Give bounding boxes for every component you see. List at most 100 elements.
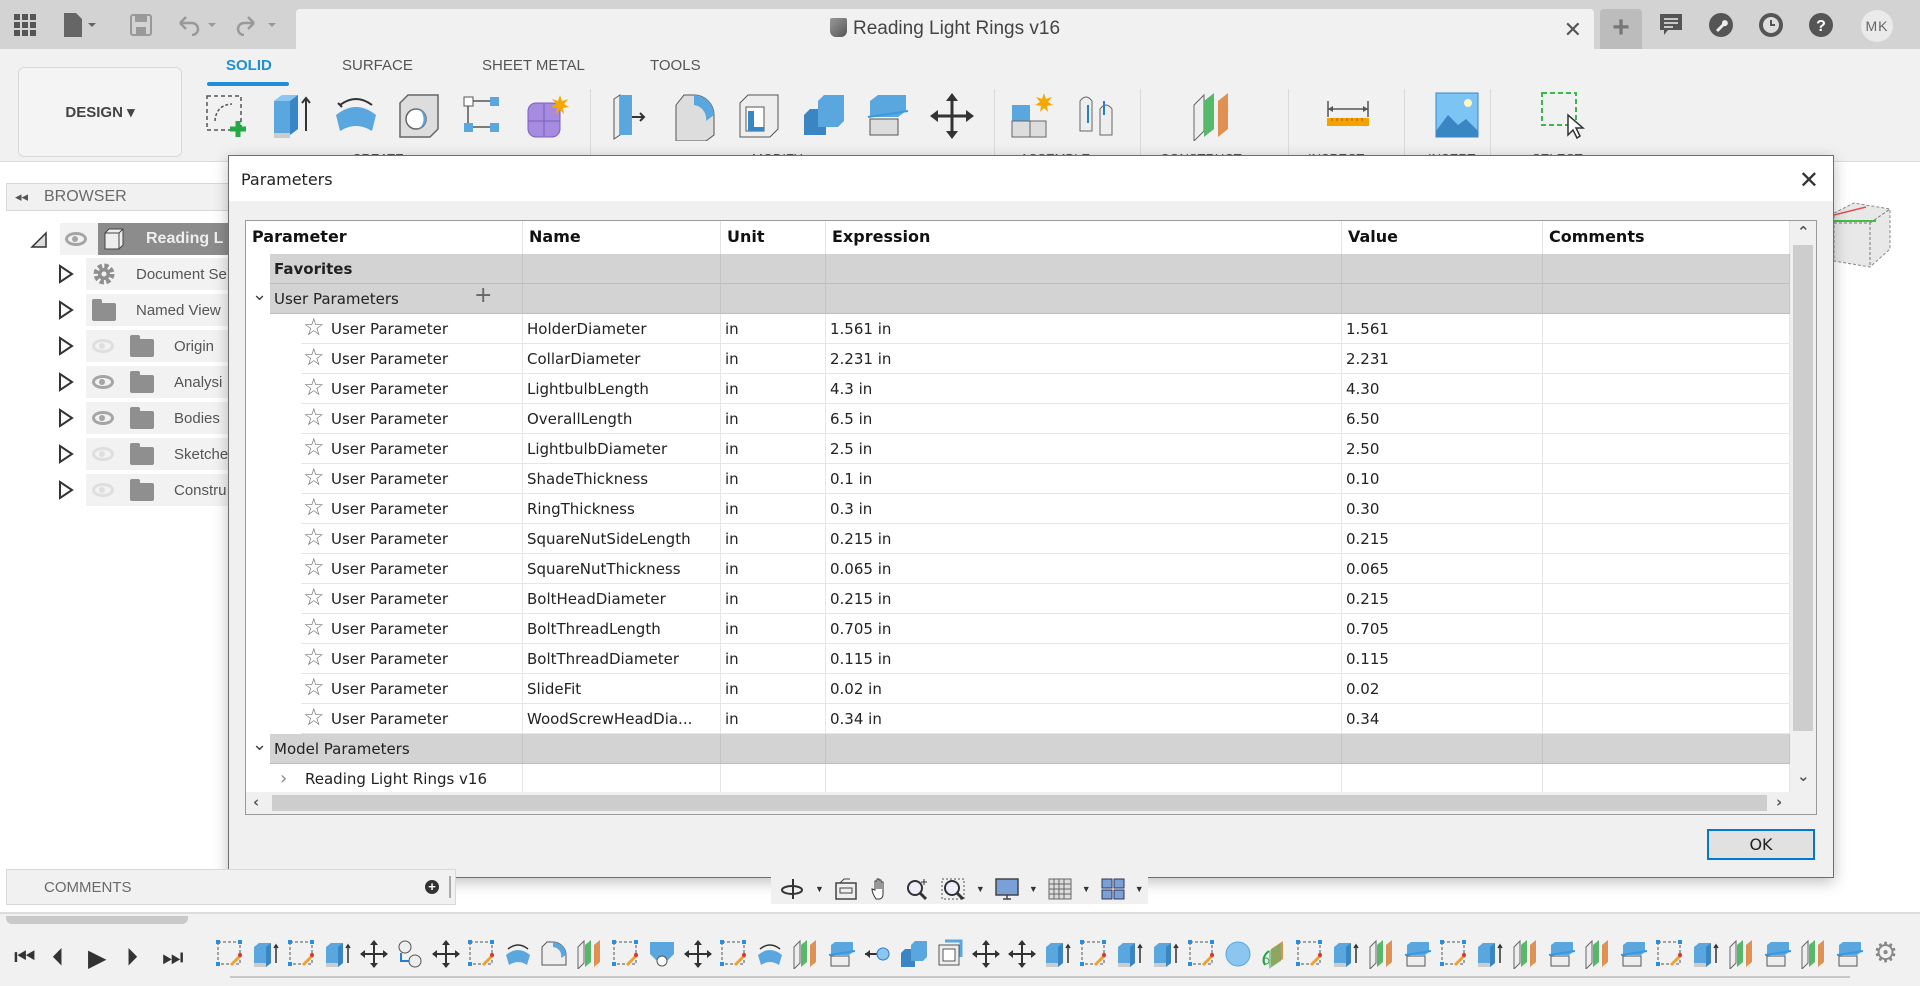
parameter-value-cell[interactable]: 0.215	[1342, 584, 1543, 614]
table-row[interactable]: ☆ User Parameter BoltThreadDiameter in 0.115…	[246, 644, 1790, 674]
parameter-name-cell[interactable]: BoltHeadDiameter	[523, 584, 721, 614]
hidden-eye-icon[interactable]	[92, 339, 114, 353]
tab-tools[interactable]: TOOLS	[650, 57, 701, 74]
move-copy-icon[interactable]	[928, 91, 976, 141]
column-header-expression[interactable]: Expression	[826, 221, 1342, 254]
parameter-expression-cell[interactable]: 2.231 in	[826, 344, 1342, 374]
browser-item-bodies[interactable]: Bodies	[0, 402, 240, 434]
zoom-icon[interactable]	[904, 877, 932, 901]
pattern-icon[interactable]	[460, 91, 508, 141]
empty-cell[interactable]	[826, 254, 1342, 284]
timeline-settings-gear-icon[interactable]: ⚙	[1873, 936, 1898, 969]
column-header-name[interactable]: Name	[523, 221, 721, 254]
table-row-model-component[interactable]: › Reading Light Rings v16	[246, 764, 1790, 794]
favorite-star-icon[interactable]: ☆	[303, 674, 325, 702]
timeline-plane-icon[interactable]	[791, 939, 821, 969]
parameter-unit-cell[interactable]: in	[721, 644, 826, 674]
shell-icon[interactable]	[736, 91, 784, 141]
go-to-end-icon[interactable]: ⏭	[162, 944, 184, 972]
display-dropdown-icon[interactable]: ▼	[1029, 884, 1038, 894]
hole-icon[interactable]	[396, 91, 444, 141]
parameter-comments-cell[interactable]	[1543, 554, 1790, 584]
parameter-name-cell[interactable]: LightbulbDiameter	[523, 434, 721, 464]
timeline-extrude-icon[interactable]	[1115, 939, 1145, 969]
display-settings-icon[interactable]	[993, 877, 1021, 901]
parameter-expression-cell[interactable]: 1.561 in	[826, 314, 1342, 344]
parameter-value-cell[interactable]: 6.50	[1342, 404, 1543, 434]
pan-hand-icon[interactable]	[868, 877, 896, 901]
timeline-hole-icon[interactable]	[647, 939, 677, 969]
column-header-comments[interactable]: Comments	[1543, 221, 1790, 254]
parameter-expression-cell[interactable]: 0.215 in	[826, 584, 1342, 614]
step-back-icon[interactable]: ⏴	[52, 944, 64, 972]
browser-item-analysis[interactable]: Analysi	[0, 366, 240, 398]
collapse-chevron-icon[interactable]: ⌄	[252, 730, 267, 760]
select-icon[interactable]	[1540, 91, 1588, 141]
parameter-expression-cell[interactable]: 0.115 in	[826, 644, 1342, 674]
favorite-star-icon[interactable]: ☆	[303, 494, 325, 522]
parameter-unit-cell[interactable]: in	[721, 434, 826, 464]
timeline-move-icon[interactable]	[971, 939, 1001, 969]
parameter-value-cell[interactable]: 2.231	[1342, 344, 1543, 374]
timeline-plane-icon[interactable]	[1511, 939, 1541, 969]
table-row[interactable]: ☆ User Parameter CollarDiameter in 2.231 in 2…	[246, 344, 1790, 374]
workspace-switcher[interactable]: DESIGN ▾	[18, 67, 182, 157]
empty-cell[interactable]	[1342, 254, 1543, 284]
collapse-triangle-icon[interactable]	[30, 231, 48, 249]
favorite-star-icon[interactable]: ☆	[303, 614, 325, 642]
timeline-sketch-icon[interactable]	[1295, 939, 1325, 969]
extensions-icon[interactable]	[1708, 12, 1734, 38]
parameter-unit-cell[interactable]: in	[721, 554, 826, 584]
parameter-expression-cell[interactable]: 0.02 in	[826, 674, 1342, 704]
group-row-model-parameters[interactable]: ⌄ Model Parameters	[246, 734, 1790, 764]
parameter-unit-cell[interactable]: in	[721, 404, 826, 434]
favorite-star-icon[interactable]: ☆	[303, 644, 325, 672]
table-row[interactable]: ☆ User Parameter BoltHeadDiameter in 0.215 i…	[246, 584, 1790, 614]
parameter-value-cell[interactable]: 0.215	[1342, 524, 1543, 554]
expand-triangle-icon[interactable]	[58, 480, 74, 500]
table-row[interactable]: ☆ User Parameter LightbulbDiameter in 2.5 in…	[246, 434, 1790, 464]
grid-icon[interactable]	[1046, 877, 1074, 901]
scroll-up-icon[interactable]: ⌃	[1797, 223, 1810, 241]
parameter-value-cell[interactable]: 0.10	[1342, 464, 1543, 494]
timeline-fillet-icon[interactable]	[539, 939, 569, 969]
empty-cell[interactable]	[721, 284, 826, 314]
step-forward-icon[interactable]: ⏵	[126, 944, 138, 972]
empty-cell[interactable]	[826, 764, 1342, 794]
timeline-combine-icon[interactable]	[899, 939, 929, 969]
timeline-sketch-icon[interactable]	[287, 939, 317, 969]
hidden-eye-icon[interactable]	[92, 447, 114, 461]
timeline-sphere-icon[interactable]	[1223, 939, 1253, 969]
parameter-comments-cell[interactable]	[1543, 524, 1790, 554]
parameter-expression-cell[interactable]: 0.3 in	[826, 494, 1342, 524]
timeline-split-icon[interactable]	[1619, 939, 1649, 969]
favorite-star-icon[interactable]: ☆	[303, 434, 325, 462]
table-row[interactable]: ☆ User Parameter HolderDiameter in 1.561 in 1…	[246, 314, 1790, 344]
parameter-expression-cell[interactable]: 0.215 in	[826, 524, 1342, 554]
app-grid-icon[interactable]	[10, 10, 40, 40]
parameter-expression-cell[interactable]: 4.3 in	[826, 374, 1342, 404]
timeline-sketch-icon[interactable]	[611, 939, 641, 969]
expand-triangle-icon[interactable]	[58, 264, 74, 284]
browser-item-document-settings[interactable]: Document Se	[0, 258, 240, 290]
empty-cell[interactable]	[1342, 764, 1543, 794]
visibility-eye-icon[interactable]	[65, 232, 87, 246]
parameter-value-cell[interactable]: 0.30	[1342, 494, 1543, 524]
scroll-down-icon[interactable]: ⌄	[1797, 767, 1810, 785]
parameter-comments-cell[interactable]	[1543, 644, 1790, 674]
column-header-value[interactable]: Value	[1342, 221, 1543, 254]
empty-cell[interactable]	[1342, 734, 1543, 764]
timeline-split-icon[interactable]	[1835, 939, 1865, 969]
table-row[interactable]: ☆ User Parameter ShadeThickness in 0.1 in 0.1…	[246, 464, 1790, 494]
favorite-star-icon[interactable]: ☆	[303, 554, 325, 582]
expand-triangle-icon[interactable]	[58, 336, 74, 356]
timeline-sketch-icon[interactable]	[1079, 939, 1109, 969]
timeline-revolve-icon[interactable]	[755, 939, 785, 969]
revolve-icon[interactable]	[332, 91, 380, 141]
timeline-extrude-icon[interactable]	[1691, 939, 1721, 969]
zoom-fit-icon[interactable]	[940, 877, 968, 901]
measure-icon[interactable]	[1324, 91, 1372, 141]
empty-cell[interactable]	[1543, 254, 1790, 284]
timeline-extrude-icon[interactable]	[1475, 939, 1505, 969]
timeline-plane-icon[interactable]	[1799, 939, 1829, 969]
